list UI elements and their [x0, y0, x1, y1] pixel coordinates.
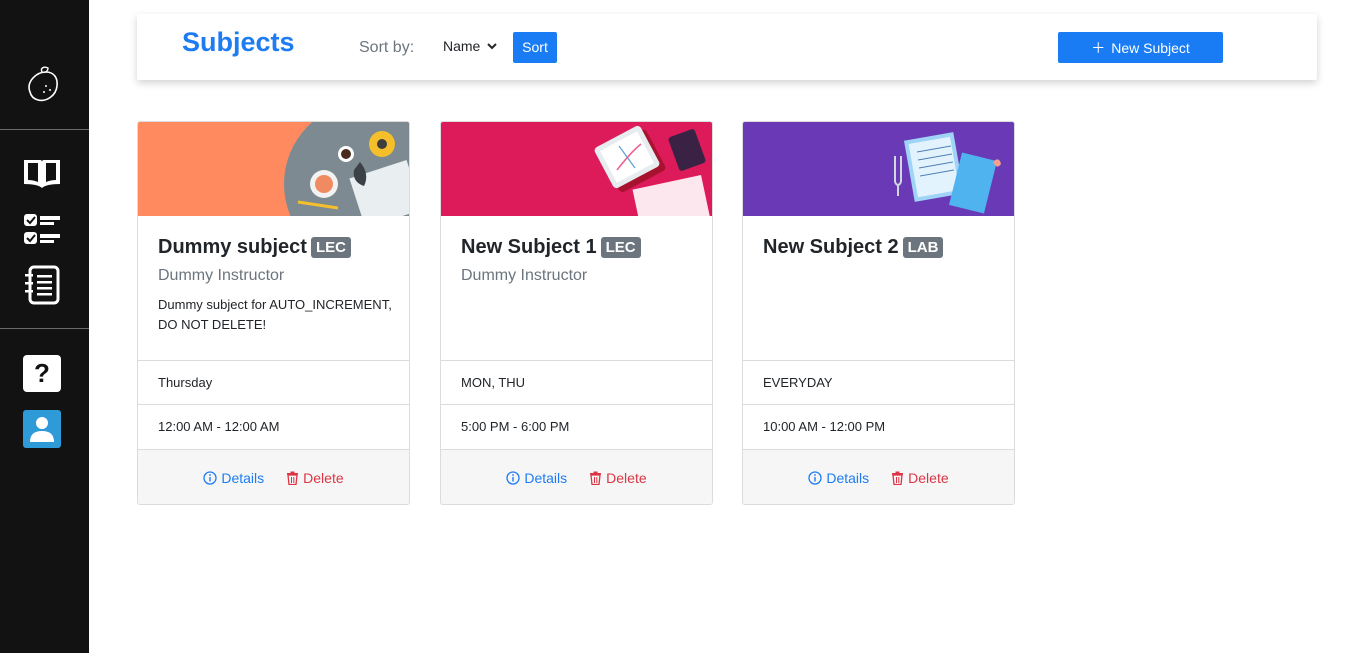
subject-name: New Subject 2: [763, 236, 899, 258]
schedule-time: 5:00 PM - 6:00 PM: [441, 404, 712, 448]
schedule-days: MON, THU: [441, 360, 712, 404]
delete-label: Delete: [303, 470, 344, 486]
subject-name: Dummy subject: [158, 236, 307, 258]
page-title: Subjects: [182, 27, 295, 57]
checklist-icon[interactable]: [22, 209, 62, 249]
book-icon[interactable]: [22, 153, 62, 193]
card-banner: [441, 122, 712, 216]
schedule-time: 12:00 AM - 12:00 AM: [138, 404, 409, 448]
details-label: Details: [826, 470, 870, 486]
subject-type-badge: LEC: [310, 237, 351, 258]
sort-label: Sort by:: [359, 39, 415, 56]
trash-icon: [892, 471, 904, 485]
subject-card: Dummy subject LEC Dummy Instructor Dummy…: [137, 121, 410, 505]
trash-icon: [590, 471, 602, 485]
chevron-down-icon: [487, 43, 498, 50]
subjects-header: Subjects Sort by: Name Sort ＋ New Subjec…: [137, 14, 1317, 80]
card-footer: Details Delete: [743, 449, 1014, 504]
info-icon: [506, 471, 521, 485]
subject-card: New Subject 2 LAB EVERYDAY 10:00 AM - 12…: [742, 121, 1015, 505]
sort-select-value: Name: [443, 38, 481, 54]
sidebar-divider: [0, 129, 89, 130]
schedule-time: 10:00 AM - 12:00 PM: [743, 404, 1014, 448]
card-body: New Subject 1 LEC Dummy Instructor: [461, 216, 701, 295]
subject-card: New Subject 1 LEC Dummy Instructor MON, …: [440, 121, 713, 505]
lemon-logo-icon[interactable]: [22, 66, 62, 106]
details-link[interactable]: Details: [808, 470, 869, 486]
card-banner: [138, 122, 409, 216]
new-subject-label: New Subject: [1111, 39, 1190, 56]
plus-icon: ＋: [1091, 39, 1106, 56]
card-title: New Subject 2 LAB: [763, 236, 1003, 259]
card-body: Dummy subject LEC Dummy Instructor Dummy…: [158, 216, 398, 335]
subject-name: New Subject 1: [461, 236, 597, 258]
card-footer: Details Delete: [441, 449, 712, 504]
subject-description: Dummy subject for AUTO_INCREMENT, DO NOT…: [158, 297, 392, 332]
instructor-name: Dummy Instructor: [158, 267, 285, 284]
details-link[interactable]: Details: [506, 470, 567, 486]
notebook-icon[interactable]: [22, 265, 62, 305]
delete-link[interactable]: Delete: [286, 470, 344, 486]
info-icon: [203, 471, 218, 485]
details-label: Details: [221, 470, 265, 486]
card-banner: [743, 122, 1014, 216]
profile-button[interactable]: [23, 410, 61, 448]
info-icon: [808, 471, 823, 485]
subject-type-badge: LAB: [902, 237, 944, 258]
delete-label: Delete: [908, 470, 949, 486]
card-title: New Subject 1 LEC: [461, 236, 701, 259]
trash-icon: [287, 471, 299, 485]
help-button[interactable]: ?: [23, 355, 61, 392]
user-icon: [30, 417, 54, 442]
new-subject-button[interactable]: ＋ New Subject: [1058, 32, 1223, 63]
instructor-name: Dummy Instructor: [461, 267, 588, 284]
schedule-days: EVERYDAY: [743, 360, 1014, 404]
delete-link[interactable]: Delete: [589, 470, 647, 486]
sort-button[interactable]: Sort: [513, 32, 557, 63]
sidebar-divider: [0, 328, 89, 329]
card-title: Dummy subject LEC: [158, 236, 398, 259]
details-label: Details: [524, 470, 568, 486]
sidebar: ?: [0, 0, 89, 653]
schedule-days: Thursday: [138, 360, 409, 404]
details-link[interactable]: Details: [203, 470, 264, 486]
sort-select[interactable]: Name: [443, 38, 498, 54]
card-footer: Details Delete: [138, 449, 409, 504]
delete-label: Delete: [606, 470, 647, 486]
card-body: New Subject 2 LAB: [763, 216, 1003, 269]
subject-type-badge: LEC: [600, 237, 641, 258]
delete-link[interactable]: Delete: [891, 470, 949, 486]
